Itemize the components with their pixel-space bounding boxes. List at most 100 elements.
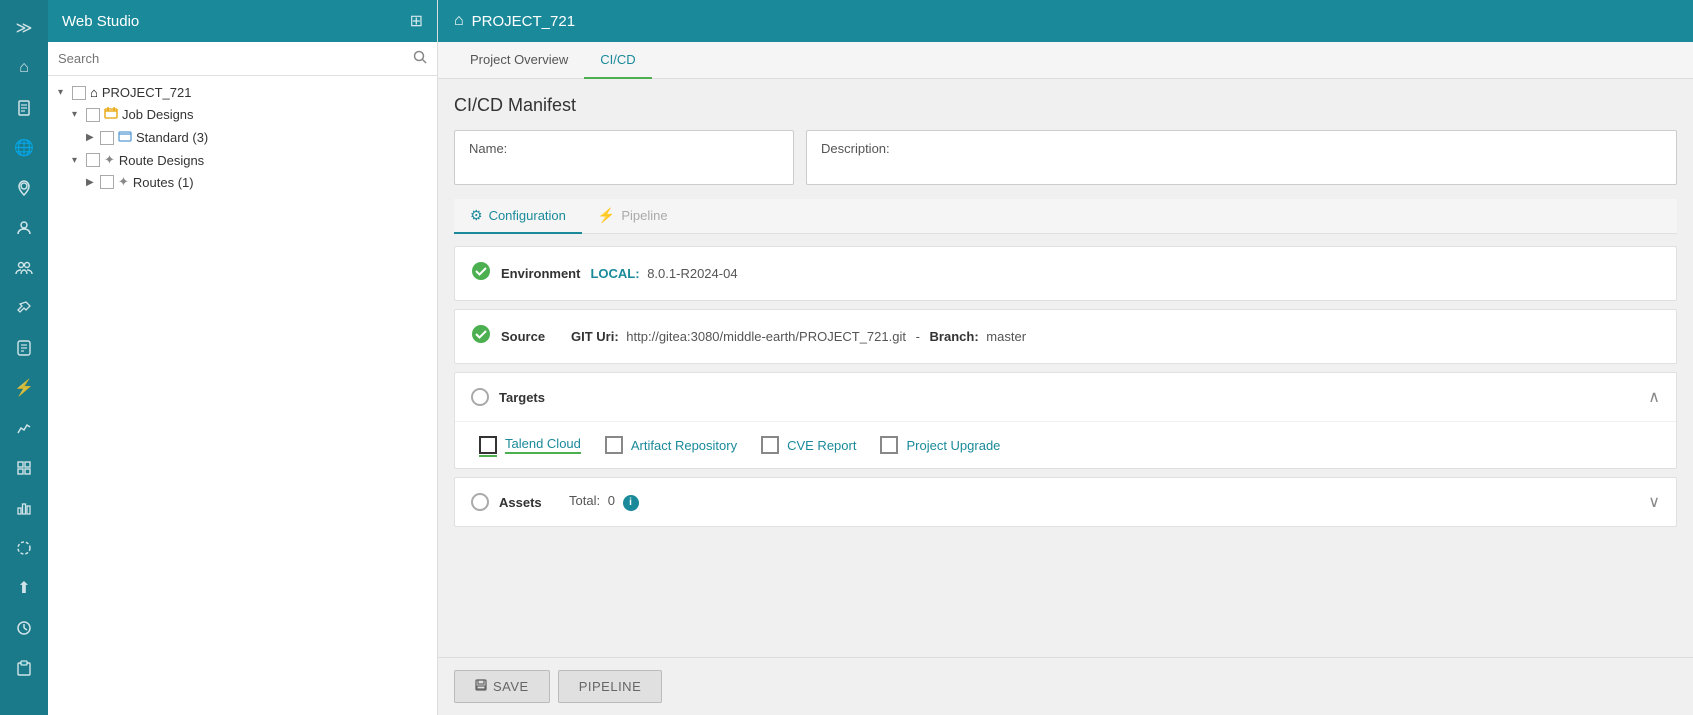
git-uri-label: GIT Uri: [571,329,619,344]
environment-card: Environment LOCAL: 8.0.1-R2024-04 [454,246,1677,301]
environment-check-icon [471,261,491,286]
cve-report-checkbox[interactable] [761,436,779,454]
targets-header-left: Targets [471,388,559,406]
person-icon[interactable] [6,210,42,246]
talend-cloud-checkbox[interactable] [479,436,497,454]
tree-item-standard[interactable]: ▶ Standard (3) [48,126,437,149]
cicd-manifest-title: CI/CD Manifest [454,95,1677,116]
arrow-standard: ▶ [86,132,100,143]
sub-tabs-bar: ⚙ Configuration ⚡ Pipeline [454,199,1677,234]
checkbox-job-designs[interactable] [86,108,100,122]
assets-label: Assets [499,495,559,510]
grid-icon[interactable] [6,450,42,486]
pin-icon[interactable]: ⊞ [410,11,423,31]
tree-area: ▾ ⌂ PROJECT_721 ▾ Job Designs ▶ [48,76,437,715]
save-label: SAVE [493,679,529,694]
tree-item-project[interactable]: ▾ ⌂ PROJECT_721 [48,82,437,103]
targets-radio[interactable] [471,388,489,406]
document-icon[interactable] [6,90,42,126]
config-label: Configuration [489,208,566,223]
location-icon[interactable] [6,170,42,206]
assets-radio[interactable] [471,493,489,511]
arrow-project: ▾ [58,87,72,98]
target-artifact-repository[interactable]: Artifact Repository [605,436,737,454]
route-designs-label: Route Designs [119,153,204,168]
checkbox-standard[interactable] [100,131,114,145]
tree-item-route-designs[interactable]: ▾ ✦ Route Designs [48,149,437,171]
target-project-upgrade[interactable]: Project Upgrade [880,436,1000,454]
icon-sidebar: ≫ ⌂ 🌐 [0,0,48,715]
checkbox-project[interactable] [72,86,86,100]
talend-cloud-label: Talend Cloud [505,436,581,454]
bar-chart-icon[interactable] [6,490,42,526]
globe-icon[interactable]: 🌐 [6,130,42,166]
tools-icon[interactable] [6,290,42,326]
route-designs-icon: ✦ [104,152,115,168]
web-studio-header: Web Studio ⊞ [48,0,437,42]
name-desc-row: Name: Description: [454,130,1677,185]
tab-cicd[interactable]: CI/CD [584,42,651,79]
tree-item-routes[interactable]: ▶ ✦ Routes (1) [48,171,437,193]
targets-label: Targets [499,390,559,405]
git-uri-value: http://gitea:3080/middle-earth/PROJECT_7… [626,329,906,344]
targets-content: Talend Cloud Artifact Repository CVE Rep… [455,422,1676,468]
name-input[interactable] [469,156,779,171]
checkbox-route-designs[interactable] [86,153,100,167]
name-field: Name: [454,130,794,185]
content-area: CI/CD Manifest Name: Description: ⚙ Conf… [438,79,1693,657]
assets-info-icon: i [623,495,639,511]
web-studio-panel: Web Studio ⊞ ▾ ⌂ PROJECT_721 ▾ [48,0,438,715]
standard-label: Standard (3) [136,130,208,145]
save-button[interactable]: SAVE [454,670,550,703]
badge-icon[interactable] [6,330,42,366]
desc-field: Description: [806,130,1677,185]
assets-total: Total: 0 i [569,493,639,511]
targets-card: Targets ∧ Talend Cloud Artifact Reposito… [454,372,1677,469]
expand-icon[interactable]: ≫ [6,10,42,46]
pipeline-button[interactable]: PIPELINE [558,670,663,703]
analytics-icon[interactable] [6,410,42,446]
pipeline-btn-label: PIPELINE [579,679,642,694]
home-tree-icon: ⌂ [90,85,98,100]
clipboard-icon[interactable] [6,650,42,686]
project-name: PROJECT_721 [472,13,575,30]
bolt-icon[interactable]: ⚡ [6,370,42,406]
routes-icon: ✦ [118,174,129,190]
group-icon[interactable] [6,250,42,286]
project-upgrade-checkbox[interactable] [880,436,898,454]
branch-label: Branch: [930,329,979,344]
desc-input[interactable] [821,156,1662,171]
sub-tab-configuration[interactable]: ⚙ Configuration [454,199,582,234]
search-bar [48,42,437,76]
targets-collapse-icon[interactable]: ∧ [1648,387,1660,407]
clock-icon[interactable] [6,610,42,646]
target-talend-cloud[interactable]: Talend Cloud [479,436,581,454]
circle-dash-icon[interactable] [6,530,42,566]
assets-header-left: Assets Total: 0 i [471,493,639,511]
routes-label: Routes (1) [133,175,194,190]
arrow-routes: ▶ [86,177,100,188]
tree-item-job-designs[interactable]: ▾ Job Designs [48,103,437,126]
source-check-icon [471,324,491,349]
target-cve-report[interactable]: CVE Report [761,436,856,454]
source-card: Source GIT Uri: http://gitea:3080/middle… [454,309,1677,364]
upload-icon[interactable]: ⬆ [6,570,42,606]
checkbox-routes[interactable] [100,175,114,189]
artifact-repo-checkbox[interactable] [605,436,623,454]
cve-report-label: CVE Report [787,438,856,453]
home-icon[interactable]: ⌂ [6,50,42,86]
environment-key: LOCAL: [590,266,639,281]
targets-header: Targets ∧ [455,373,1676,422]
environment-value: 8.0.1-R2024-04 [647,266,737,281]
sub-tab-pipeline[interactable]: ⚡ Pipeline [582,199,684,234]
pipeline-icon: ⚡ [598,207,615,224]
tab-project-overview[interactable]: Project Overview [454,42,584,79]
environment-row: Environment LOCAL: 8.0.1-R2024-04 [471,261,1660,286]
footer-actions: SAVE PIPELINE [438,657,1693,715]
config-icon: ⚙ [470,207,483,224]
environment-label: Environment [501,266,580,281]
search-input[interactable] [58,51,407,66]
search-icon [413,50,427,67]
assets-expand-icon[interactable]: ∨ [1648,492,1660,512]
source-label: Source [501,329,561,344]
